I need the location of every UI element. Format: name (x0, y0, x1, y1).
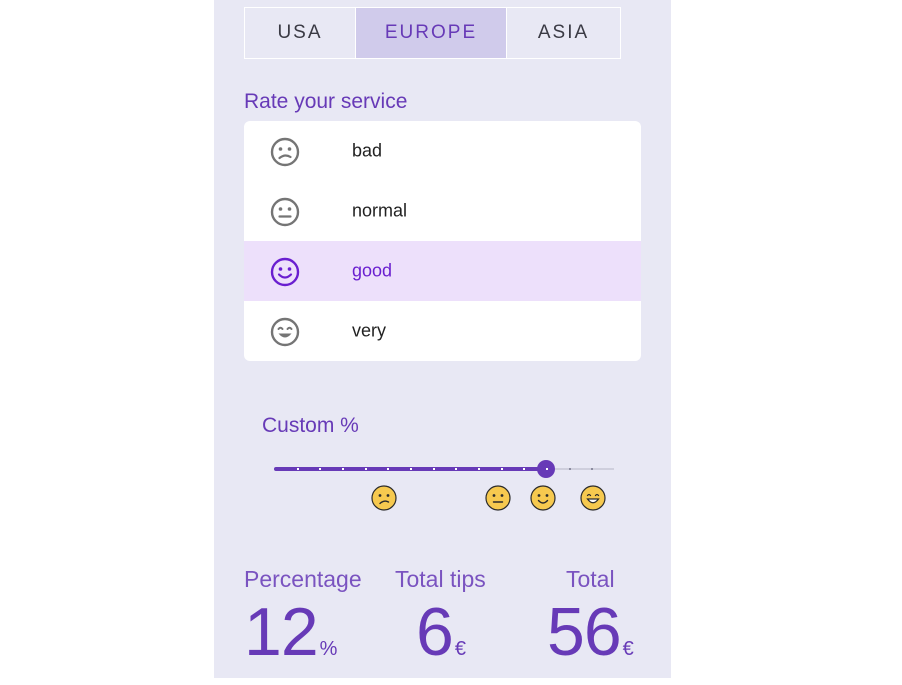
confused-emoji-icon (371, 485, 397, 511)
rate-section-title: Rate your service (244, 90, 408, 113)
grin-face-icon (270, 317, 300, 347)
tab-usa[interactable]: USA (245, 8, 355, 58)
slider-tick (591, 468, 593, 470)
slider-tick (455, 468, 457, 470)
total-tips-label: Total tips (395, 566, 486, 592)
slider-tick (569, 468, 571, 470)
slider-tick (410, 468, 412, 470)
custom-percent-title: Custom % (262, 414, 359, 437)
rating-label: bad (352, 140, 383, 161)
slider-tick (523, 468, 525, 470)
sad-face-icon (270, 137, 300, 167)
percentage-number: 12 (244, 594, 319, 670)
tip-calculator-panel: USA EUROPE ASIA Rate your service bad no… (214, 0, 671, 678)
slider-tick (297, 468, 299, 470)
smile-face-icon (270, 257, 300, 287)
slider-tick (501, 468, 503, 470)
smile-emoji-icon (530, 485, 556, 511)
percentage-label: Percentage (244, 566, 362, 592)
rating-option-bad[interactable]: bad (244, 121, 641, 181)
rating-option-normal[interactable]: normal (244, 181, 641, 241)
slider-tick (387, 468, 389, 470)
neutral-emoji-icon (485, 485, 511, 511)
slider-tick (342, 468, 344, 470)
slider-tick (433, 468, 435, 470)
rating-label: normal (352, 200, 408, 221)
total-label: Total (566, 566, 615, 592)
rating-label: good (352, 260, 393, 281)
slider-tick (365, 468, 367, 470)
slider-tick (478, 468, 480, 470)
rating-option-good[interactable]: good (244, 241, 641, 301)
total-value: 56 € (547, 596, 634, 685)
percentage-unit: % (319, 638, 338, 660)
total-tips-number: 6 (416, 594, 454, 670)
slider-tick (546, 468, 548, 470)
rating-option-very[interactable]: very (244, 301, 641, 361)
tab-asia[interactable]: ASIA (506, 8, 620, 58)
region-tabs: USA EUROPE ASIA (244, 7, 621, 59)
slider-tick (319, 468, 321, 470)
total-tips-unit: € (454, 638, 466, 660)
total-tips-value: 6 € (416, 596, 466, 685)
custom-percent-slider[interactable] (274, 460, 614, 480)
total-number: 56 (547, 594, 622, 670)
rating-list: bad normal good very (244, 121, 641, 361)
tab-europe[interactable]: EUROPE (355, 8, 506, 58)
percentage-value: 12% (244, 596, 337, 685)
total-unit: € (622, 638, 634, 660)
rating-label: very (352, 320, 387, 341)
grin-emoji-icon (580, 485, 606, 511)
neutral-face-icon (270, 197, 300, 227)
